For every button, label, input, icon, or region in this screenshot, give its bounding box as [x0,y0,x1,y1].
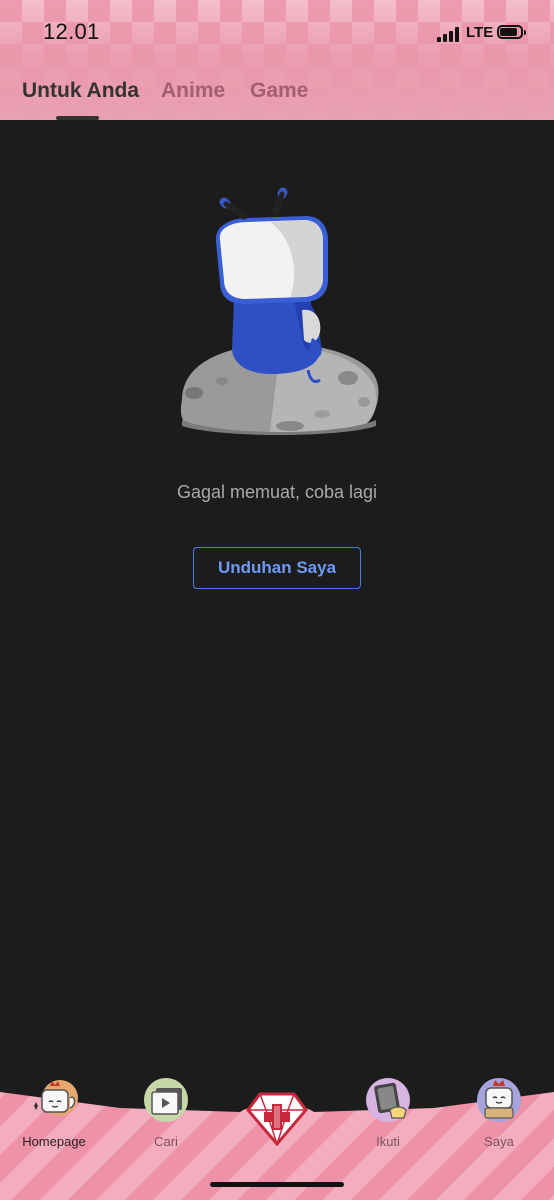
tab-active-indicator [56,116,99,120]
tablet-hand-icon [366,1078,410,1122]
nav-label-homepage: Homepage [22,1134,86,1149]
diamond-plus-icon [246,1092,308,1146]
empty-state-illustration [170,180,390,440]
status-bar: 12.01 LTE [0,0,554,66]
network-type: LTE [466,24,494,41]
video-play-icon [144,1078,188,1122]
bottom-nav: Homepage Cari Ikuti Saya [0,1070,554,1200]
nav-label-cari: Cari [154,1134,178,1149]
tab-untuk-anda[interactable]: Untuk Anda [22,79,139,103]
header: 12.01 LTE Untuk Anda Anime Game [0,0,554,120]
tab-game[interactable]: Game [250,79,308,103]
mascot-flex-icon [34,1080,78,1116]
nav-label-saya: Saya [484,1134,514,1149]
nav-center-action[interactable] [232,1070,322,1180]
error-message: Gagal memuat, coba lagi [176,482,378,502]
battery-icon [497,25,526,39]
signal-icon [437,26,463,42]
status-time: 12.01 [43,19,100,44]
nav-cari[interactable]: Cari [121,1070,211,1180]
home-indicator [210,1182,344,1187]
nav-ikuti[interactable]: Ikuti [343,1070,433,1180]
mascot-crown-icon [477,1078,521,1122]
nav-label-ikuti: Ikuti [376,1134,400,1149]
nav-saya[interactable]: Saya [454,1070,544,1180]
my-downloads-button[interactable]: Unduhan Saya [193,547,361,589]
tab-bar: Untuk Anda Anime Game [0,66,554,120]
tab-anime[interactable]: Anime [161,79,225,103]
nav-homepage[interactable]: Homepage [9,1070,99,1180]
